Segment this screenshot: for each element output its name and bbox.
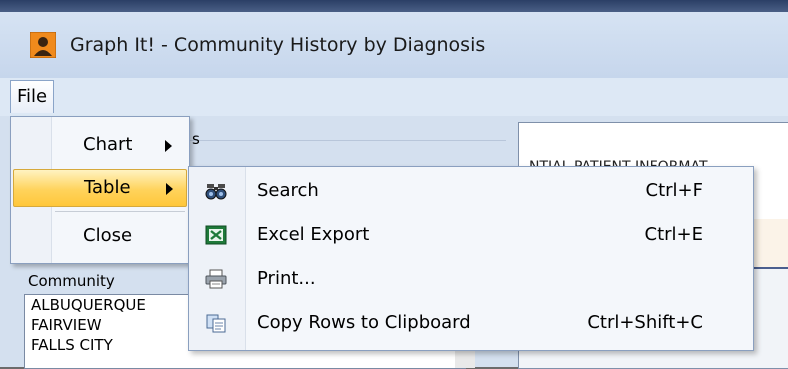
window-title: Graph It! - Community History by Diagnos… bbox=[70, 34, 486, 56]
background-window-strip bbox=[0, 0, 788, 12]
binoculars-icon bbox=[205, 184, 227, 200]
submenu-item-label: Excel Export bbox=[257, 224, 370, 245]
menu-bar: File bbox=[0, 78, 788, 116]
submenu-item-label: Print... bbox=[257, 268, 316, 289]
table-submenu: Search Ctrl+F Excel Export Ctrl+E Print.… bbox=[188, 166, 754, 351]
shortcut-text: Ctrl+F bbox=[645, 180, 703, 201]
app-user-icon bbox=[30, 32, 56, 58]
submenu-item-search[interactable]: Search Ctrl+F bbox=[189, 169, 753, 213]
menu-item-table[interactable]: Table bbox=[13, 169, 187, 207]
shortcut-text: Ctrl+Shift+C bbox=[587, 312, 703, 333]
menu-item-chart[interactable]: Chart bbox=[13, 127, 185, 163]
menu-item-label: Close bbox=[83, 225, 133, 246]
copy-icon bbox=[206, 314, 226, 333]
submenu-item-label: Copy Rows to Clipboard bbox=[257, 312, 471, 333]
file-dropdown-menu: Chart Table Close bbox=[10, 116, 190, 264]
excel-icon bbox=[205, 225, 227, 245]
community-label: Community bbox=[28, 272, 115, 290]
menu-separator bbox=[55, 211, 185, 212]
submenu-item-copy-rows[interactable]: Copy Rows to Clipboard Ctrl+Shift+C bbox=[189, 301, 753, 345]
submenu-item-print[interactable]: Print... bbox=[189, 257, 753, 301]
submenu-arrow-icon bbox=[166, 183, 173, 195]
shortcut-text: Ctrl+E bbox=[644, 224, 703, 245]
menu-item-label: Table bbox=[84, 177, 131, 198]
group-box-label: s bbox=[192, 130, 200, 148]
group-box-border bbox=[190, 140, 506, 141]
menu-item-label: Chart bbox=[83, 134, 133, 155]
file-menu[interactable]: File bbox=[10, 80, 55, 113]
submenu-item-excel-export[interactable]: Excel Export Ctrl+E bbox=[189, 213, 753, 257]
submenu-arrow-icon bbox=[165, 140, 172, 152]
submenu-item-label: Search bbox=[257, 180, 319, 201]
title-bar: Graph It! - Community History by Diagnos… bbox=[0, 12, 788, 78]
printer-icon bbox=[205, 269, 227, 289]
menu-item-close[interactable]: Close bbox=[13, 218, 185, 254]
